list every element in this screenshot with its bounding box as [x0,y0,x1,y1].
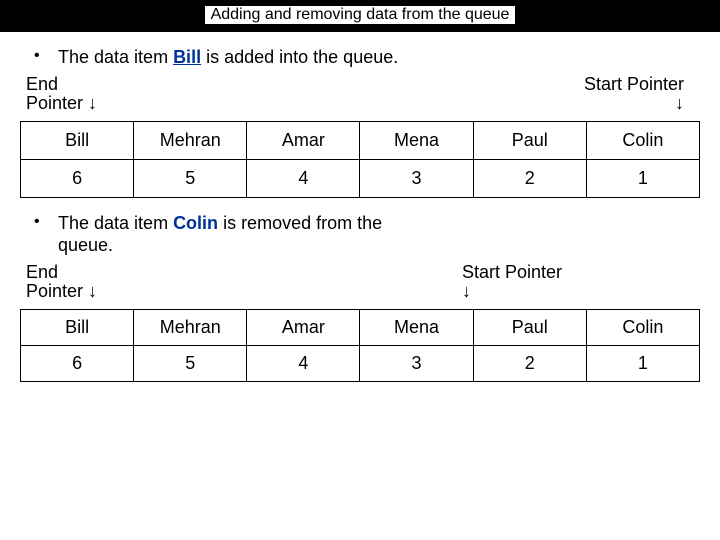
queue-cell-num: 5 [134,159,247,197]
table-row: 6 5 4 3 2 1 [21,159,700,197]
queue-cell-name: Amar [247,121,360,159]
queue-cell-num: 2 [473,345,586,381]
queue-cell-name: Mena [360,309,473,345]
queue-cell-num: 5 [134,345,247,381]
queue-cell-num: 6 [21,345,134,381]
slide-title-bar: Adding and removing data from the queue [0,0,720,32]
queue-cell-num: 4 [247,345,360,381]
bullet-1: The data item Bill is added into the que… [30,46,418,69]
slide-title: Adding and removing data from the queue [205,6,516,24]
bullet-list-2: The data item Colin is removed from the … [30,212,700,257]
start-pointer-label-1: Start Pointer ↓ [584,75,684,115]
queue-cell-num: 2 [473,159,586,197]
queue-cell-num: 3 [360,345,473,381]
end-pointer-l2: Pointer ↓ [26,93,97,113]
queue-cell-name: Bill [21,309,134,345]
queue-cell-name: Paul [473,309,586,345]
queue-cell-num: 1 [586,345,699,381]
queue-table-2: Bill Mehran Amar Mena Paul Colin 6 5 4 3… [20,309,700,382]
table-row: 6 5 4 3 2 1 [21,345,700,381]
bullet-2: The data item Colin is removed from the … [30,212,418,257]
bullet-2-pre: The data item [58,213,173,233]
bullet-1-keyword: Bill [173,47,201,67]
queue-cell-name: Mehran [134,309,247,345]
end-pointer2-l2: Pointer ↓ [26,281,97,301]
queue-cell-num: 1 [586,159,699,197]
bullet-list-1: The data item Bill is added into the que… [30,46,700,69]
end-pointer-l1: End [26,74,58,94]
bullet-2-keyword: Colin [173,213,218,233]
start-pointer-l2: ↓ [675,93,684,113]
start-pointer2-l1: Start Pointer [462,262,562,282]
queue-cell-name: Colin [586,309,699,345]
queue-cell-name: Paul [473,121,586,159]
queue-cell-name: Amar [247,309,360,345]
table-row: Bill Mehran Amar Mena Paul Colin [21,121,700,159]
end-pointer-label-1: End Pointer ↓ [26,75,97,115]
bullet-1-pre: The data item [58,47,173,67]
start-pointer2-l2: ↓ [462,281,471,301]
end-pointer2-l1: End [26,262,58,282]
pointer-row-1: End Pointer ↓ Start Pointer ↓ [20,75,700,121]
start-pointer-label-2: Start Pointer ↓ [462,263,562,303]
queue-cell-name: Colin [586,121,699,159]
table-row: Bill Mehran Amar Mena Paul Colin [21,309,700,345]
queue-cell-name: Mehran [134,121,247,159]
queue-cell-num: 3 [360,159,473,197]
queue-cell-name: Mena [360,121,473,159]
start-pointer-l1: Start Pointer [584,74,684,94]
end-pointer-label-2: End Pointer ↓ [26,263,97,303]
pointer-row-2: End Pointer ↓ Start Pointer ↓ [20,263,700,309]
queue-cell-num: 6 [21,159,134,197]
queue-cell-name: Bill [21,121,134,159]
queue-cell-num: 4 [247,159,360,197]
bullet-1-post: is added into the queue. [201,47,398,67]
queue-table-1: Bill Mehran Amar Mena Paul Colin 6 5 4 3… [20,121,700,198]
